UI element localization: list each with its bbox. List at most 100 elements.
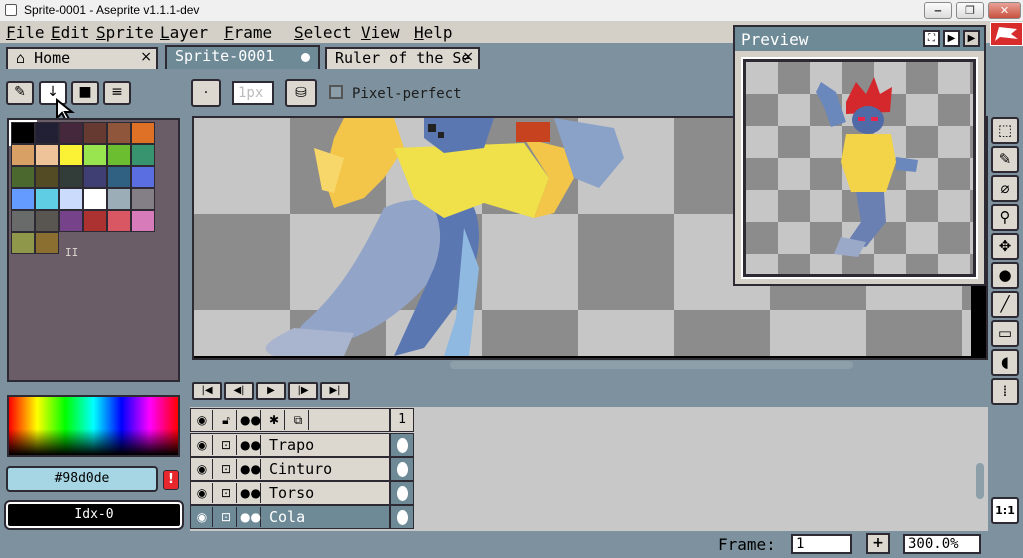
layer-row[interactable]: ◉ ⊡ ●● Trapo [190,433,390,457]
frame-field[interactable]: 1 [791,534,852,554]
lock-icon[interactable]: ⊡ [216,483,237,503]
continuous-icon[interactable]: ●● [240,435,261,455]
palette-swatch[interactable] [35,232,59,254]
palette-edit-button[interactable]: ✎ [6,81,34,105]
palette-swatch[interactable] [83,210,107,232]
palette-swatch[interactable] [131,210,155,232]
palette-swatch[interactable] [59,210,83,232]
cel[interactable] [390,505,414,529]
palette-swatch[interactable] [59,166,83,188]
pencil-tool-button[interactable]: ✎ [991,146,1019,173]
brush-size-field[interactable]: 1px [232,81,274,105]
foreground-color-button[interactable]: #98d0de [6,466,158,492]
preview-mode-button[interactable]: ▶ [963,30,980,47]
layer-row[interactable]: ◉ ⊡ ●● Cinturo [190,457,390,481]
palette-swatch[interactable] [131,122,155,144]
lock-icon[interactable]: ⊡ [216,507,237,527]
preview-center-button[interactable]: ⛶ [923,30,940,47]
cel[interactable] [390,457,414,481]
palette-swatch[interactable] [35,122,59,144]
visibility-eye-icon[interactable]: ◉ [192,483,213,503]
menu-file[interactable]: File [6,23,45,42]
menu-select[interactable]: Select [294,23,352,42]
palette-swatch[interactable] [107,122,131,144]
gear-icon[interactable]: ✱ [264,410,285,430]
previous-frame-button[interactable]: ◀| [224,382,254,400]
first-frame-button[interactable]: |◀ [192,382,222,400]
palette-swatch[interactable] [131,166,155,188]
cel[interactable] [390,481,414,505]
new-frame-button[interactable]: + [866,533,890,554]
zoom-field[interactable]: 300.0% [903,534,981,554]
palette-swatch[interactable] [35,144,59,166]
continuous-icon[interactable]: ●● [240,507,261,527]
palette-swatch[interactable] [83,122,107,144]
spray-tool-button[interactable]: ⁞ [991,378,1019,405]
line-tool-button[interactable]: ╱ [991,291,1019,318]
menu-help[interactable]: Help [414,23,453,42]
palette-swatch[interactable] [35,210,59,232]
color-warning-icon[interactable]: ! [163,470,179,490]
preview-play-button[interactable]: ▶ [943,30,960,47]
palette-swatch[interactable] [83,166,107,188]
palette-swatch[interactable] [107,210,131,232]
restore-button[interactable]: ❐ [956,2,984,19]
palette-swatch[interactable] [11,166,35,188]
palette-swatch[interactable] [11,232,35,254]
zoom-1to1-button[interactable]: 1:1 [991,497,1019,524]
palette-swatch[interactable] [35,166,59,188]
background-color-button[interactable]: Idx-0 [4,500,184,530]
visibility-eye-icon[interactable]: ◉ [192,459,213,479]
eye-icon[interactable]: ◉ [192,410,213,430]
continuous-icon[interactable]: ●● [240,483,261,503]
palette-swatch[interactable] [131,144,155,166]
palette-swatch[interactable] [107,188,131,210]
palette-swatch[interactable] [59,122,83,144]
brush-type-button[interactable]: · [191,79,221,107]
next-frame-button[interactable]: |▶ [288,382,318,400]
layer-row-selected[interactable]: ◉ ⊡ ●● Cola [190,505,390,529]
visibility-eye-icon[interactable]: ◉ [192,435,213,455]
blur-tool-button[interactable]: ◖ [991,349,1019,376]
palette-swatch[interactable] [131,188,155,210]
palette-options-button[interactable]: ≡ [103,81,131,105]
layer-row[interactable]: ◉ ⊡ ●● Torso [190,481,390,505]
palette-swatch[interactable] [83,144,107,166]
visibility-eye-icon[interactable]: ◉ [192,507,213,527]
palette-swatch[interactable] [59,188,83,210]
tab-ruler[interactable]: Ruler of the Se × [325,47,480,69]
minimize-button[interactable]: ‒ [924,2,952,19]
ink-button[interactable]: ⛁ [285,79,317,107]
preview-window[interactable]: Preview ⛶ ▶ ▶ [733,25,986,286]
pixel-perfect-checkbox[interactable] [329,85,343,99]
tab-close-ruler[interactable]: × [462,49,474,65]
onion-skin-icon[interactable]: ⧉ [288,410,309,430]
rectangle-tool-button[interactable]: ▭ [991,320,1019,347]
menu-sprite[interactable]: Sprite [96,23,154,42]
eyedropper-tool-button[interactable]: ⌀ [991,175,1019,202]
last-frame-button[interactable]: ▶| [320,382,350,400]
lock-icon[interactable]: ⊡ [216,459,237,479]
menu-layer[interactable]: Layer [160,23,208,42]
palette-swatch[interactable] [11,144,35,166]
lock-icon[interactable]: ⊡ [216,435,237,455]
rectangular-marquee-tool-button[interactable]: ⬚ [991,117,1019,144]
lock-icon[interactable]: 🔓︎ [216,410,237,430]
palette-swatch[interactable] [11,188,35,210]
menu-frame[interactable]: Frame [224,23,272,42]
canvas-horizontal-scrollbar[interactable] [450,361,853,369]
palette-swatch[interactable] [107,166,131,188]
menu-view[interactable]: View [361,23,400,42]
palette-swatch[interactable] [35,188,59,210]
palette-swatch[interactable] [9,120,37,146]
color-spectrum[interactable] [7,395,180,457]
tab-home[interactable]: ⌂ Home × [6,47,158,69]
continuous-icon[interactable]: ●● [240,410,261,430]
close-window-button[interactable]: ✕ [988,2,1021,19]
tab-close-home[interactable]: × [140,49,152,65]
frame-header[interactable]: 1 [390,408,414,432]
paint-bucket-tool-button[interactable]: ● [991,262,1019,289]
palette-swatch[interactable] [83,188,107,210]
cel[interactable] [390,433,414,457]
palette-swatch[interactable] [11,210,35,232]
